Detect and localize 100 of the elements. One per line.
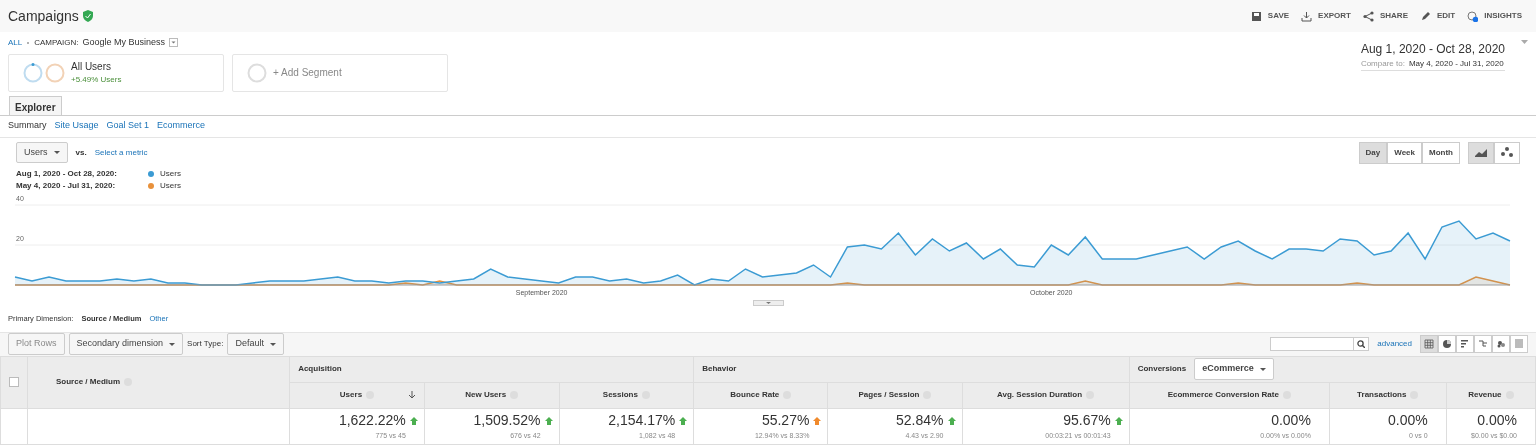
report-tab[interactable]: Summary <box>8 119 47 133</box>
compare-range: May 4, 2020 - Jul 31, 2020 <box>1408 58 1504 70</box>
breadcrumb-label: CAMPAIGN: <box>34 36 79 49</box>
separator-icon <box>26 40 31 45</box>
shield-check-icon <box>82 10 93 22</box>
legend-label: Users <box>160 179 181 192</box>
advanced-link[interactable]: advanced <box>1377 338 1412 350</box>
view-button[interactable] <box>1492 335 1510 353</box>
segment-change: +5.49% Users <box>71 74 122 86</box>
total-value: 55.27% <box>761 411 810 431</box>
view-button[interactable] <box>1420 335 1438 353</box>
column-header: Revenue <box>1468 389 1502 401</box>
column-header: Bounce Rate <box>730 389 780 401</box>
export-button[interactable]: EXPORT <box>1295 10 1357 22</box>
column-header: Avg. Session Duration <box>997 389 1083 401</box>
edit-button[interactable]: EDIT <box>1414 10 1462 22</box>
bubbles-icon <box>1496 338 1506 349</box>
add-segment-label: + Add Segment <box>273 66 342 80</box>
save-icon <box>1250 10 1262 22</box>
compare-icon <box>1478 338 1488 349</box>
resize-handle-icon <box>752 299 784 306</box>
total-value: 52.84% <box>896 411 944 431</box>
column-header-cell[interactable]: Bounce Rate <box>693 382 828 408</box>
breadcrumb-link[interactable]: ALL <box>8 36 23 49</box>
column-header-cell[interactable]: Pages / Session <box>827 382 962 408</box>
column-header: Ecommerce Conversion Rate <box>1167 389 1279 401</box>
caret-icon <box>1259 367 1266 371</box>
caret-icon <box>1521 40 1528 44</box>
column-header-cell[interactable]: Sessions <box>559 382 694 408</box>
column-header-cell[interactable]: New Users <box>424 382 560 408</box>
page-title: Campaigns <box>8 6 79 26</box>
legend-label: Users <box>160 167 181 180</box>
caret-icon <box>269 342 276 346</box>
chart-type-button[interactable] <box>1468 141 1494 164</box>
granularity-button[interactable]: Month <box>1422 141 1460 164</box>
pie-icon <box>1442 338 1452 349</box>
column-header: Pages / Session <box>858 389 920 401</box>
select-metric-link[interactable]: Select a metric <box>94 146 148 159</box>
report-tab[interactable]: Goal Set 1 <box>106 119 150 133</box>
pencil-icon <box>1420 10 1431 22</box>
sort-type-dropdown[interactable]: Default <box>227 333 284 355</box>
granularity-button[interactable]: Day <box>1358 141 1388 164</box>
line-chart-icon <box>1475 147 1487 158</box>
sort-type-label: Sort Type: <box>187 338 224 350</box>
column-header-cell[interactable]: Revenue <box>1446 382 1536 408</box>
group-header: Behavior <box>702 363 737 375</box>
column-header-cell[interactable]: Transactions <box>1329 382 1447 408</box>
caret-icon <box>53 151 60 154</box>
column-header: Source / Medium <box>56 377 120 386</box>
explorer-tab[interactable]: Explorer <box>9 95 62 115</box>
report-tab[interactable]: Ecommerce <box>157 119 206 133</box>
insights-button[interactable]: INSIGHTS <box>1461 10 1528 22</box>
total-value: 1,622.22% <box>338 411 406 431</box>
bars-icon <box>1460 338 1470 349</box>
checkbox[interactable] <box>9 376 19 387</box>
bubbles-icon <box>1501 147 1513 158</box>
share-icon <box>1362 10 1374 22</box>
insights-icon <box>1467 10 1479 22</box>
segment-name: All Users <box>71 60 112 74</box>
chart-type-button[interactable] <box>1494 141 1520 164</box>
search-icon <box>1357 340 1366 348</box>
segment-rings-icon <box>23 62 65 83</box>
metric-dropdown[interactable]: Users <box>16 141 68 164</box>
sort-arrow-icon <box>407 391 416 399</box>
view-button[interactable] <box>1456 335 1474 353</box>
column-header: Sessions <box>602 389 638 401</box>
dropdown-icon <box>169 38 179 48</box>
save-button[interactable]: SAVE <box>1244 10 1296 22</box>
column-header-cell[interactable]: Avg. Session Duration <box>962 382 1130 408</box>
conversion-type-dropdown[interactable]: eCommerce <box>1194 358 1274 380</box>
column-header: Transactions <box>1357 389 1407 401</box>
view-button[interactable] <box>1438 335 1456 353</box>
column-header: New Users <box>465 389 507 401</box>
search-field[interactable] <box>1270 337 1370 351</box>
ring-icon <box>247 62 267 83</box>
column-header-cell[interactable]: Users <box>289 382 425 408</box>
total-value: 1,509.52% <box>473 411 541 431</box>
total-value: 95.67% <box>1063 411 1111 431</box>
share-button[interactable]: SHARE <box>1356 10 1414 22</box>
grid-icon <box>1424 338 1434 349</box>
secondary-dimension-dropdown[interactable]: Secondary dimension <box>68 333 184 355</box>
total-value: 0.00% <box>1388 411 1428 431</box>
download-icon <box>1301 10 1313 22</box>
total-value: 2,154.17% <box>608 411 676 431</box>
report-tab[interactable]: Site Usage <box>54 119 99 133</box>
legend-range: May 4, 2020 - Jul 31, 2020: <box>16 179 117 192</box>
date-range[interactable]: Aug 1, 2020 - Oct 28, 2020 <box>1360 40 1505 58</box>
segment-card[interactable]: + Add Segment <box>232 53 448 92</box>
total-value: 0.00% <box>1271 411 1311 431</box>
granularity-button[interactable]: Week <box>1387 141 1422 164</box>
group-header: Acquisition <box>298 363 342 375</box>
campaign-name: Google My Business <box>82 36 166 49</box>
compare-label: Compare to: <box>1360 58 1405 70</box>
column-header-cell[interactable]: Ecommerce Conversion Rate <box>1129 382 1330 408</box>
total-value: 0.00% <box>1477 411 1517 431</box>
column-header: Users <box>339 389 363 401</box>
legend-range: Aug 1, 2020 - Oct 28, 2020: <box>16 167 118 180</box>
caret-icon <box>169 342 176 346</box>
group-header: Conversions <box>1137 363 1187 375</box>
vs-label: vs. <box>75 146 87 159</box>
